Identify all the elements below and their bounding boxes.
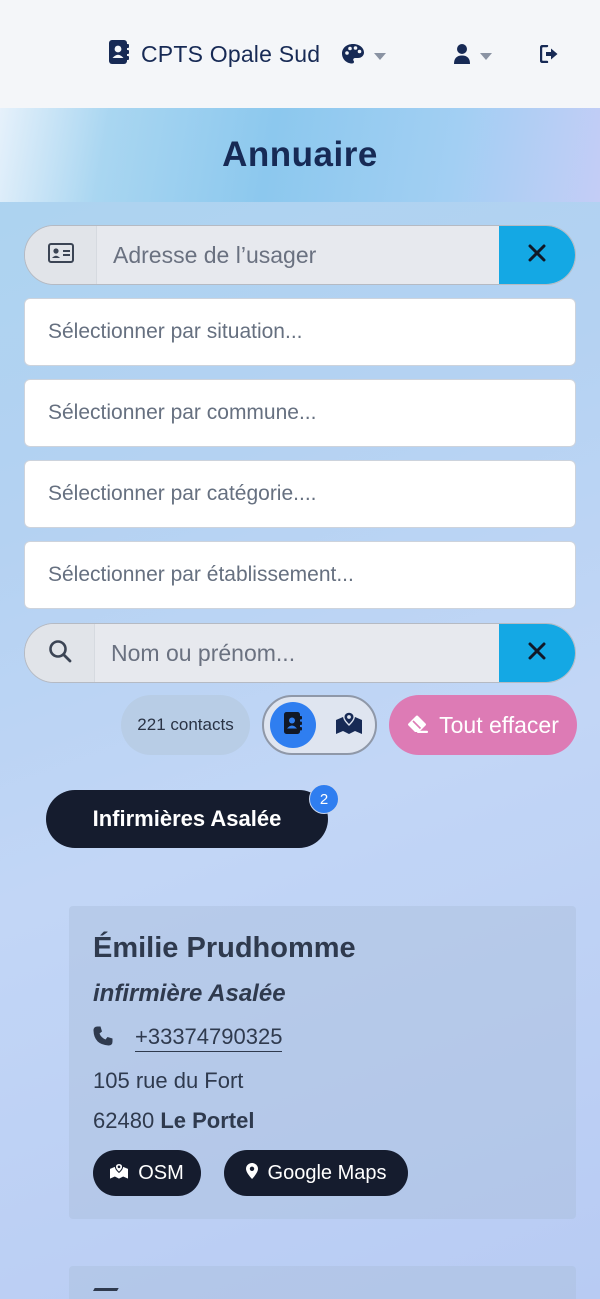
contact-city-line: 62480 Le Portel bbox=[93, 1108, 254, 1134]
brand[interactable]: CPTS Opale Sud bbox=[109, 40, 320, 68]
contact-street: 105 rue du Fort bbox=[93, 1068, 244, 1093]
palette-icon bbox=[342, 44, 364, 68]
user-dropdown[interactable] bbox=[454, 44, 492, 68]
menu-icon[interactable] bbox=[44, 44, 66, 52]
top-navbar: CPTS Opale Sud bbox=[0, 0, 600, 108]
id-card-icon bbox=[47, 243, 74, 267]
close-icon bbox=[528, 244, 546, 266]
page-title: Annuaire bbox=[222, 135, 378, 174]
category-heading-infirmieres[interactable]: Infirmières Asalée bbox=[46, 790, 328, 848]
category-select[interactable]: Sélectionner par catégorie.... bbox=[24, 460, 576, 528]
list-view-button[interactable] bbox=[270, 702, 316, 748]
page-header: Annuaire bbox=[0, 108, 600, 202]
name-search-input[interactable]: Nom ou prénom... bbox=[95, 624, 499, 682]
address-book-icon bbox=[284, 712, 302, 738]
address-input[interactable]: Adresse de l’usager bbox=[97, 226, 499, 284]
contact-phone-link[interactable]: +33374790325 bbox=[135, 1024, 283, 1052]
logout-icon bbox=[539, 44, 560, 67]
address-book-icon bbox=[109, 40, 129, 68]
search-icon bbox=[48, 639, 72, 667]
brand-title: CPTS Opale Sud bbox=[141, 40, 321, 67]
commune-select[interactable]: Sélectionner par commune... bbox=[24, 379, 576, 447]
category-count-badge: 2 bbox=[309, 784, 339, 814]
category-label: Infirmières Asalée bbox=[92, 806, 282, 831]
map-view-button[interactable] bbox=[326, 702, 372, 748]
address-search-group: Adresse de l’usager bbox=[24, 225, 576, 285]
chevron-down-icon bbox=[374, 52, 386, 60]
map-location-icon bbox=[336, 711, 362, 738]
contact-postcode: 62480 bbox=[93, 1108, 155, 1133]
logout-button[interactable] bbox=[539, 44, 560, 67]
chevron-down-icon bbox=[480, 52, 492, 60]
address-clear-button[interactable] bbox=[499, 226, 575, 284]
contact-name-accent bbox=[91, 1288, 119, 1294]
address-prefix bbox=[25, 226, 97, 284]
clear-all-button[interactable]: Tout effacer bbox=[389, 695, 577, 755]
contact-role: infirmière Asalée bbox=[93, 980, 286, 1007]
google-maps-button[interactable]: Google Maps bbox=[224, 1150, 408, 1196]
establishment-select[interactable]: Sélectionner par établissement... bbox=[24, 541, 576, 609]
name-search-prefix bbox=[25, 624, 95, 682]
contact-card bbox=[69, 1266, 576, 1299]
contact-city: Le Portel bbox=[160, 1108, 255, 1133]
osm-button[interactable]: OSM bbox=[93, 1150, 201, 1196]
situation-select[interactable]: Sélectionner par situation... bbox=[24, 298, 576, 366]
eraser-icon bbox=[407, 712, 429, 739]
google-maps-label: Google Maps bbox=[267, 1161, 387, 1184]
view-toggle bbox=[262, 695, 377, 755]
name-clear-button[interactable] bbox=[499, 624, 575, 682]
contact-phone-row: +33374790325 bbox=[93, 1024, 283, 1052]
phone-icon bbox=[93, 1026, 113, 1050]
theme-dropdown[interactable] bbox=[342, 44, 386, 68]
osm-label: OSM bbox=[138, 1161, 184, 1184]
clear-all-label: Tout effacer bbox=[439, 711, 559, 738]
contact-name: Émilie Prudhomme bbox=[93, 932, 356, 964]
user-icon bbox=[454, 44, 470, 68]
contact-card: Émilie Prudhomme infirmière Asalée +3337… bbox=[69, 906, 576, 1219]
name-search-group: Nom ou prénom... bbox=[24, 623, 576, 683]
contact-count: 221 contacts bbox=[121, 695, 250, 755]
close-icon bbox=[528, 642, 546, 664]
location-pin-icon bbox=[245, 1162, 258, 1185]
map-icon bbox=[110, 1162, 129, 1185]
